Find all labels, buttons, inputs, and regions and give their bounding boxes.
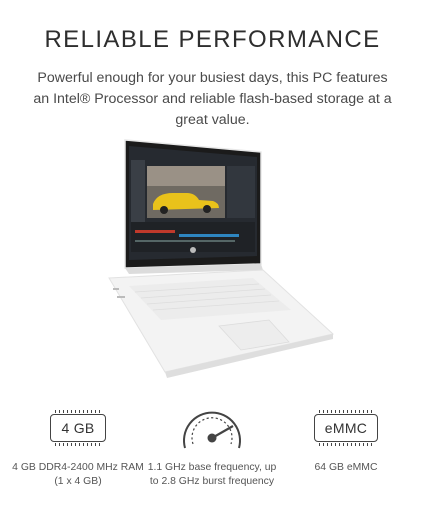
feature-processor-label: 1.1 GHz base frequency, up to 2.8 GHz bu… (147, 462, 277, 487)
product-description: Powerful enough for your busiest days, t… (33, 70, 392, 128)
storage-chip-icon: eMMC (313, 410, 379, 446)
speedometer-icon (183, 411, 241, 449)
feature-ram-label: 4 GB DDR4-2400 MHz RAM (1 x 4 GB) (12, 462, 144, 487)
feature-ram: 4 GB 4 GB DDR4-2400 MHz RAM (1 x 4 GB) (8, 398, 148, 488)
storage-badge-text: eMMC (324, 420, 368, 436)
feature-row: 4 GB 4 GB DDR4-2400 MHz RAM (1 x 4 GB) 1… (0, 398, 425, 531)
memory-chip-icon: 4 GB (50, 410, 106, 446)
laptop-image (108, 139, 335, 378)
feature-storage: eMMC 64 GB eMMC (276, 398, 416, 475)
feature-processor: 1.1 GHz base frequency, up to 2.8 GHz bu… (142, 398, 282, 488)
page-title: RELIABLE PERFORMANCE (44, 26, 381, 53)
memory-badge-text: 4 GB (61, 420, 95, 436)
feature-storage-label: 64 GB eMMC (314, 462, 378, 473)
